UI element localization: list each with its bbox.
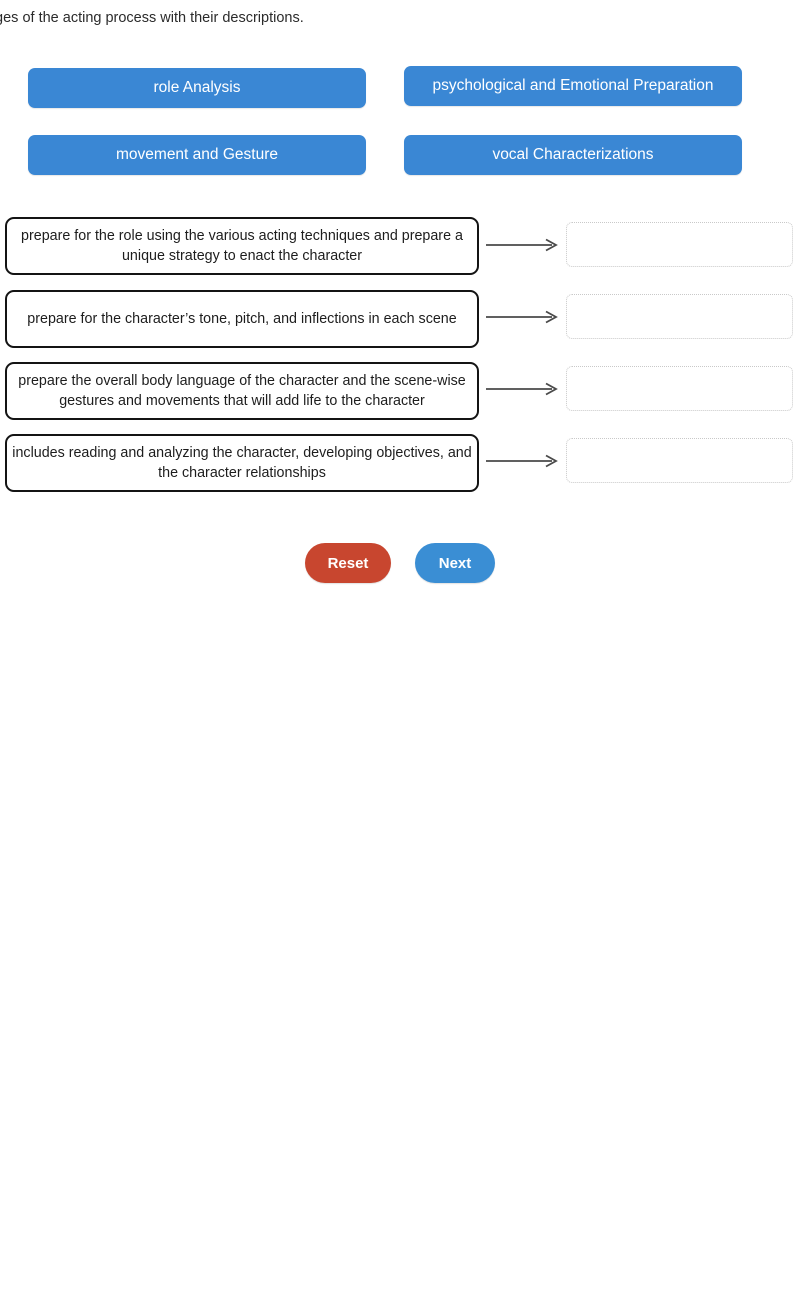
description-text: prepare for the character’s tone, pitch,… (27, 311, 457, 327)
description-text: prepare for the role using the various a… (21, 228, 463, 264)
action-button-group: Reset Next (0, 543, 800, 583)
description-box: prepare the overall body language of the… (5, 362, 479, 420)
description-text: includes reading and analyzing the chara… (12, 445, 472, 481)
term-chip-vocal-characterizations[interactable]: vocal Characterizations (404, 135, 742, 175)
arrow-icon (486, 454, 562, 468)
term-chip-role-analysis[interactable]: role Analysis (28, 68, 366, 108)
reset-button[interactable]: Reset (305, 543, 391, 583)
description-box: prepare for the character’s tone, pitch,… (5, 290, 479, 348)
term-chip-psychological-and-emotional-preparation[interactable]: psychological and Emotional Preparation (404, 66, 742, 106)
match-row: prepare for the role using the various a… (0, 216, 800, 288)
term-chip-label: psychological and Emotional Preparation (432, 77, 714, 95)
answer-dropzone[interactable] (566, 294, 793, 339)
term-chip-movement-and-gesture[interactable]: movement and Gesture (28, 135, 366, 175)
term-chip-label: role Analysis (153, 79, 241, 97)
description-box: prepare for the role using the various a… (5, 217, 479, 275)
term-chip-group: role Analysis psychological and Emotiona… (0, 62, 800, 182)
match-row: includes reading and analyzing the chara… (0, 432, 800, 504)
description-box: includes reading and analyzing the chara… (5, 434, 479, 492)
term-chip-label: movement and Gesture (116, 146, 278, 164)
match-row: prepare the overall body language of the… (0, 360, 800, 432)
answer-dropzone[interactable] (566, 366, 793, 411)
arrow-icon (486, 238, 562, 252)
term-chip-label: vocal Characterizations (492, 146, 654, 164)
next-button[interactable]: Next (415, 543, 495, 583)
match-row-list: prepare for the role using the various a… (0, 216, 800, 504)
answer-dropzone[interactable] (566, 222, 793, 267)
answer-dropzone[interactable] (566, 438, 793, 483)
match-row: prepare for the character’s tone, pitch,… (0, 288, 800, 360)
description-text: prepare the overall body language of the… (18, 373, 466, 409)
arrow-icon (486, 382, 562, 396)
arrow-icon (486, 310, 562, 324)
question-prompt: Match the stages of the acting process w… (0, 10, 304, 26)
